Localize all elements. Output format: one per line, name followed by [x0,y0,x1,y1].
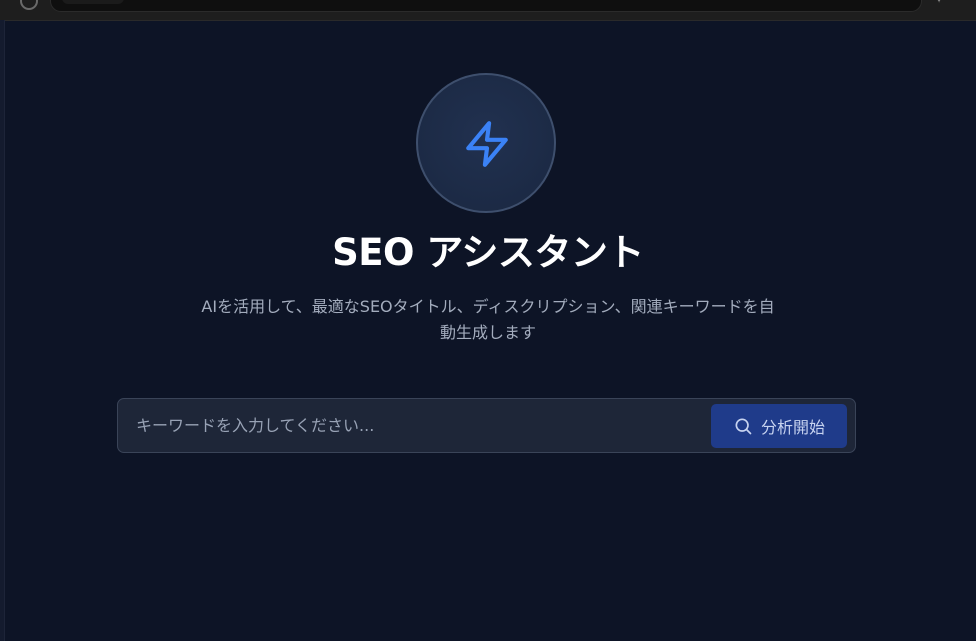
hero-icon-circle [416,73,556,213]
page-edge [0,20,5,641]
analyze-button[interactable]: 分析開始 [711,404,847,448]
search-box: 分析開始 [117,398,856,453]
search-icon [735,418,752,435]
page-title: SEO アシスタント [332,231,644,274]
page-subtitle: AIを活用して、最適なSEOタイトル、ディスクリプション、関連キーワードを自動生… [201,297,775,342]
extensions-icon[interactable]: ✦ [934,0,950,5]
address-chip [62,0,124,4]
keyword-input[interactable] [132,407,710,444]
analyze-button-label: 分析開始 [760,418,825,437]
address-bar[interactable] [50,0,922,12]
reload-icon[interactable] [20,0,38,10]
lightning-bolt-icon [466,121,508,167]
browser-toolbar: ✦ [0,0,976,21]
